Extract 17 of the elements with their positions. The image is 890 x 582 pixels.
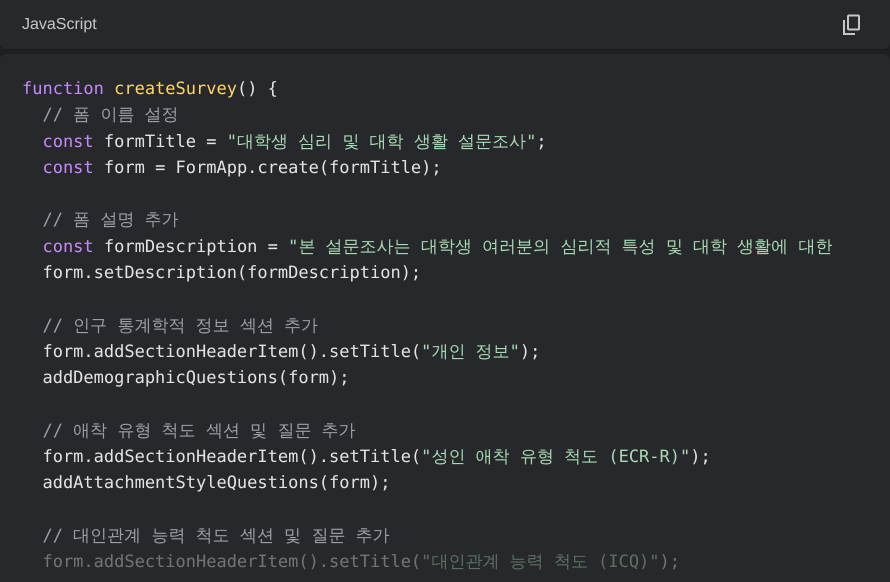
code-comment: // 인구 통계학적 정보 섹션 추가 xyxy=(41,314,318,338)
code-comment: // 애착 유형 척도 섹션 및 질문 추가 xyxy=(41,420,356,443)
code-comment: // 폼 설명 추가 xyxy=(41,209,179,232)
code-line: addAttachmentStyleQuestions(form); xyxy=(41,472,390,496)
code-line: addDemographicQuestions(form); xyxy=(41,367,350,390)
code-line: form.addSectionHeaderItem().setTitle("개인 정보"); xyxy=(41,340,540,364)
code-comment: // 폼 이름 설정 xyxy=(41,104,179,128)
code-comment: // 대인관계 능력 척도 섹션 및 질문 추가 xyxy=(41,525,390,548)
code-line: function createSurvey() { xyxy=(22,78,278,101)
code-line: form.addSectionHeaderItem().setTitle("대인관계 능력 척도 (ICQ)"); xyxy=(41,551,680,574)
language-label: JavaScript xyxy=(22,14,97,34)
code-line: const form = FormApp.create(formTitle); xyxy=(41,156,442,180)
code-line: const formDescription = "본 설문조사는 대학생 여러분의 심리적 특성 및 대학 생활에 대한 xyxy=(41,236,832,259)
code-line: const formTitle = "대학생 심리 및 대학 생활 설문조사"; xyxy=(41,130,547,154)
copy-icon[interactable] xyxy=(842,14,862,36)
code-line: form.addSectionHeaderItem().setTitle("성인 애착 유형 척도 (ECR-R)"); xyxy=(41,446,711,470)
code-line: form.setDescription(formDescription); xyxy=(41,262,422,286)
